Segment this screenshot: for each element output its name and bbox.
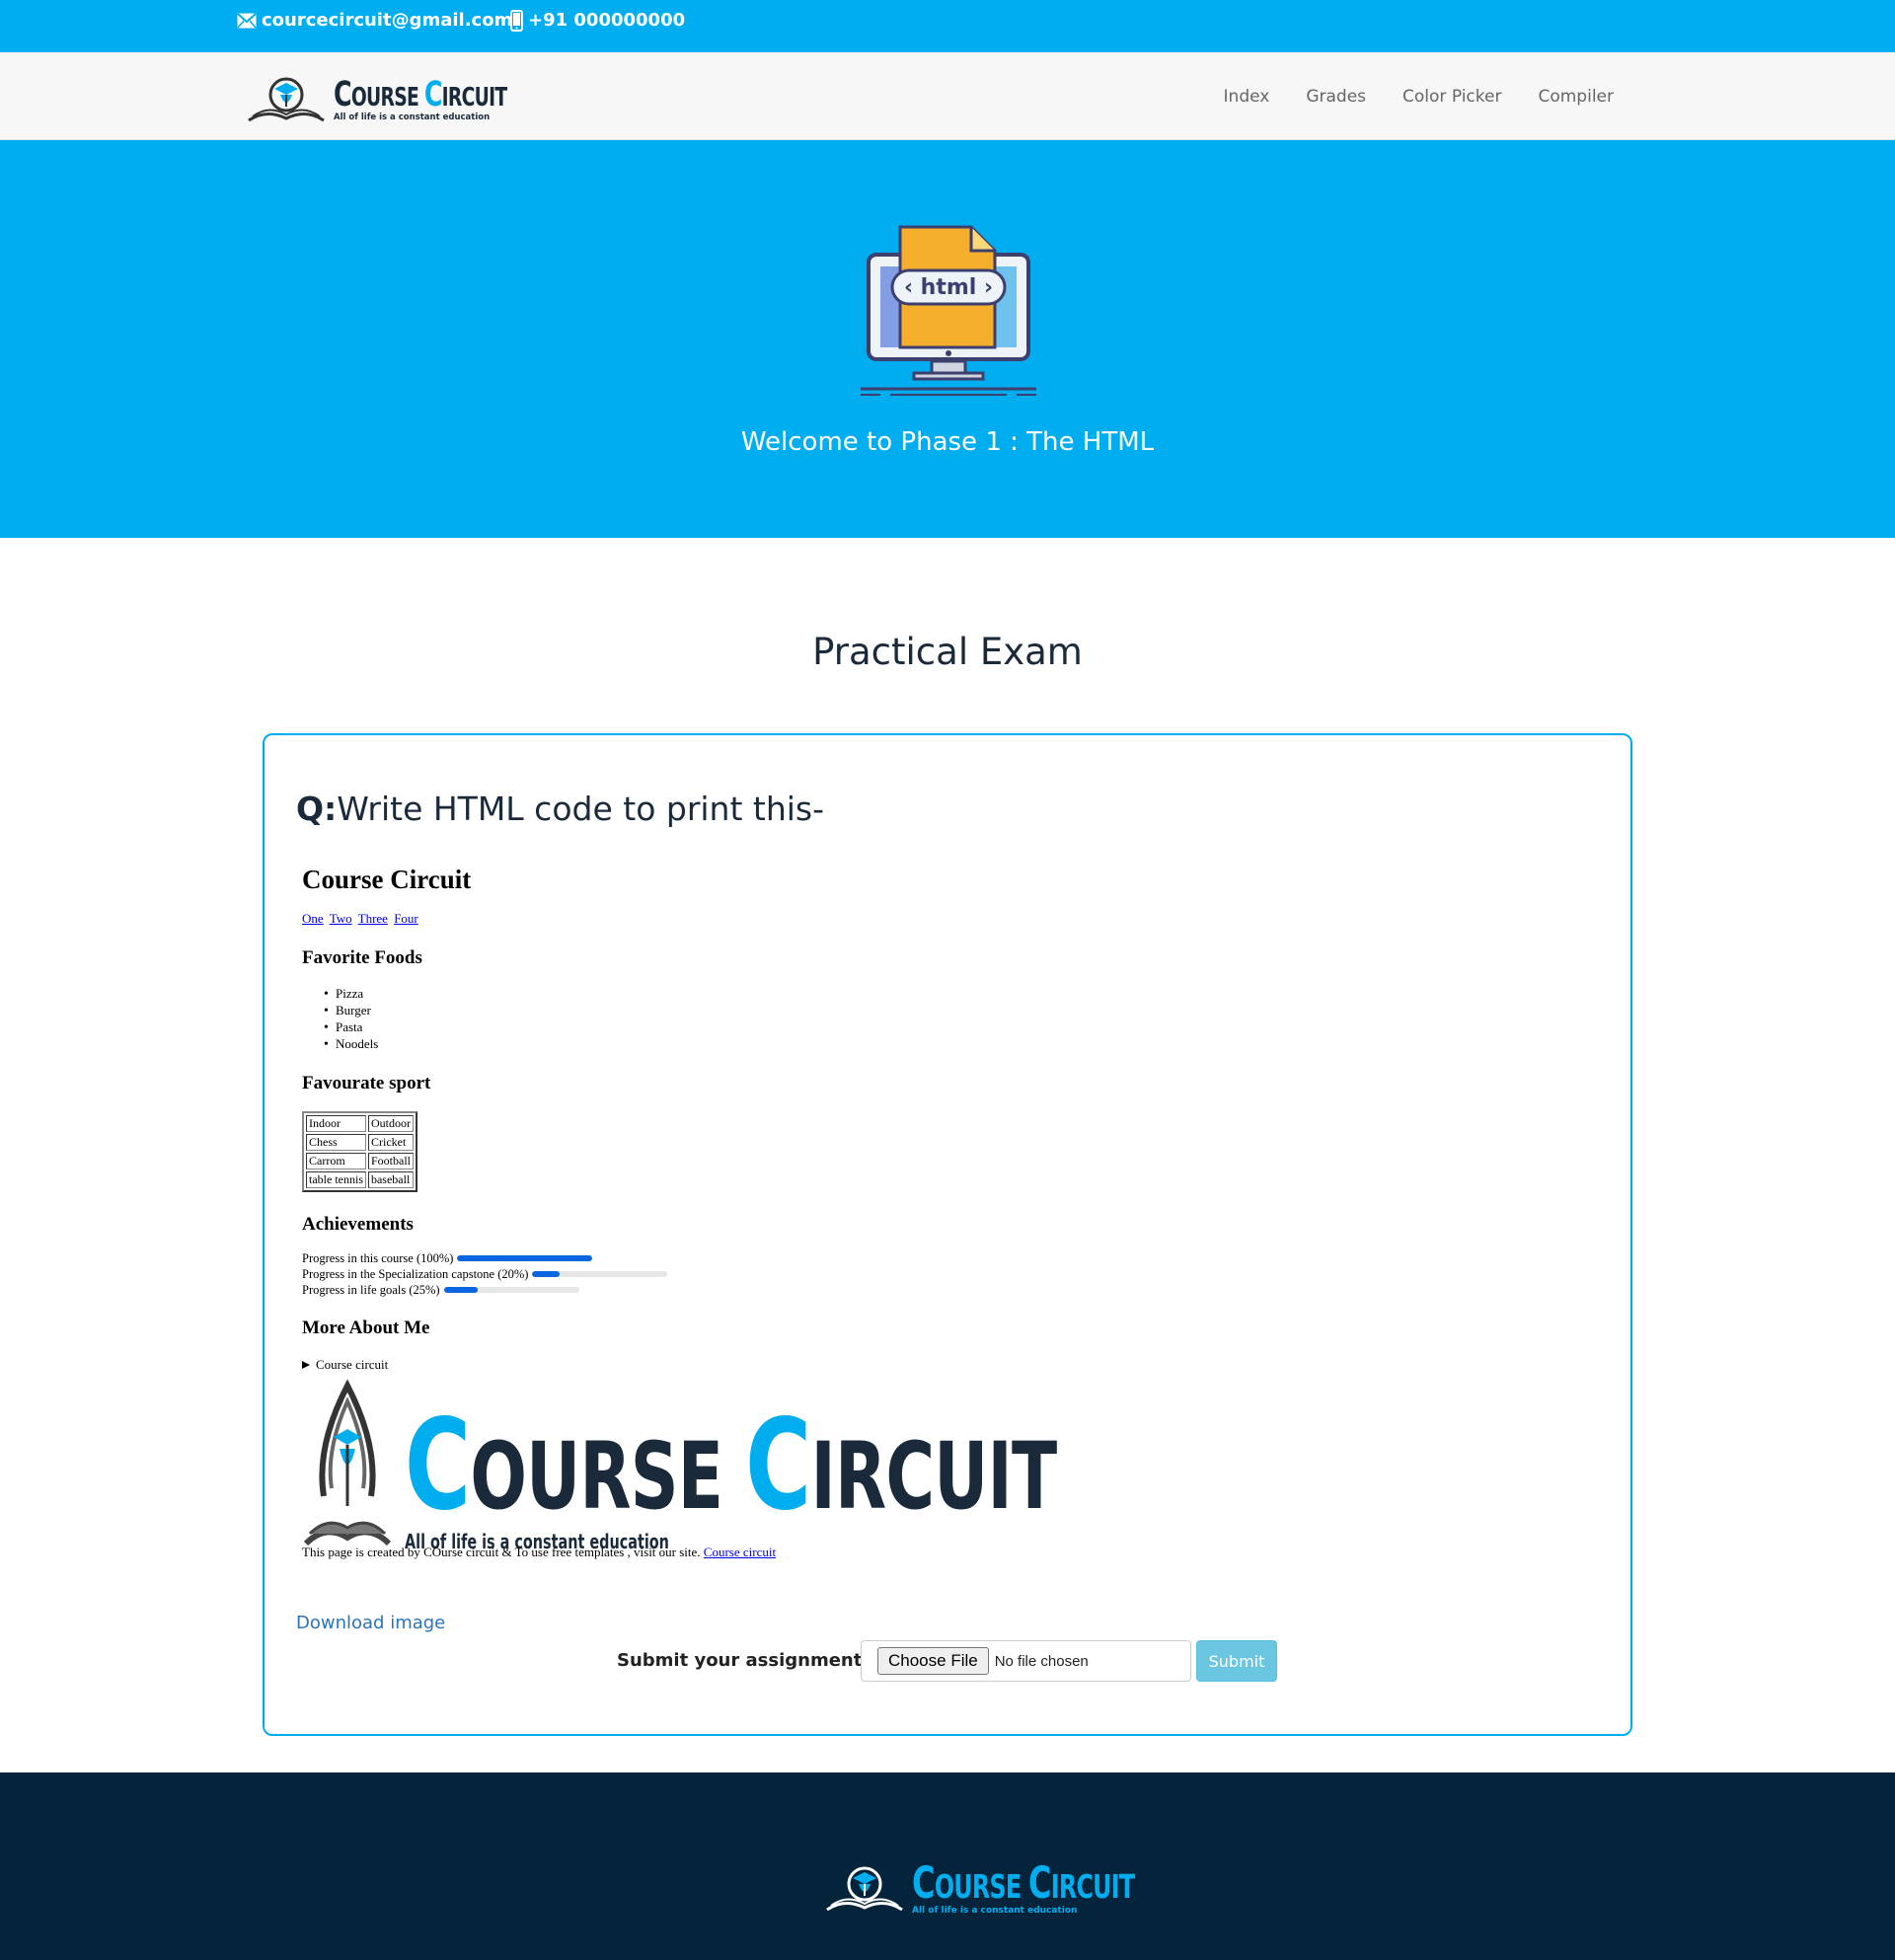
download-image-link[interactable]: Download image [296, 1613, 445, 1633]
sample-brand-logo: COURSE CIRCUIT All of life is a constant… [302, 1372, 1310, 1553]
foods-list: Pizza Burger Pasta Noodels [324, 986, 667, 1053]
submit-button[interactable]: Submit [1196, 1640, 1277, 1682]
logo-mark-icon [248, 77, 325, 122]
details-summary[interactable]: Course circuit [302, 1357, 667, 1373]
progress-row: Progress in this course (100%) [302, 1250, 667, 1266]
sport-heading: Favourate sport [302, 1073, 431, 1093]
progress-bar [457, 1255, 593, 1261]
list-item: Pizza [324, 986, 667, 1003]
progress-fill [457, 1255, 593, 1261]
sample-links: One Two Three Four [302, 911, 667, 927]
page-title: Practical Exam [812, 631, 1083, 673]
brand-name: COURSE CIRCUIT [405, 1392, 1057, 1538]
progress-label: Progress in the Specialization capstone … [302, 1266, 529, 1281]
foods-heading: Favorite Foods [302, 947, 422, 968]
table-cell: Carrom [306, 1153, 366, 1169]
envelope-icon [237, 12, 257, 28]
nav-item-grades[interactable]: Grades [1306, 87, 1366, 107]
nav-item-index[interactable]: Index [1224, 87, 1270, 107]
svg-text:‹ html ›: ‹ html › [904, 275, 993, 300]
email-text: courcecircuit@gmail.com [262, 10, 513, 31]
sample-link-one[interactable]: One [302, 911, 324, 926]
brand-name: COURSE CIRCUIT [334, 73, 507, 114]
table-cell: baseball [367, 1171, 414, 1188]
list-item: Noodels [324, 1036, 667, 1053]
footer-logo[interactable]: COURSE CIRCUIT All of life is a constant… [823, 1857, 1221, 1916]
main-nav: Index Grades Color Picker Compiler [1224, 52, 1614, 140]
table-row: Carrom Football [306, 1153, 414, 1169]
question-text: Q:Write HTML code to print this- [296, 790, 825, 828]
progress-bar [443, 1287, 579, 1293]
brand-logo[interactable]: COURSE CIRCUIT All of life is a constant… [245, 71, 574, 124]
table-row: Chess Cricket [306, 1134, 414, 1151]
progress-row: Progress in the Specialization capstone … [302, 1266, 668, 1282]
hero-title: Welcome to Phase 1 : The HTML [740, 427, 1155, 457]
list-item: Pasta [324, 1019, 667, 1036]
table-cell: Football [367, 1153, 414, 1169]
table-row: Indoor Outdoor [306, 1115, 414, 1132]
brand-name: COURSE CIRCUIT [912, 1857, 1135, 1909]
progress-row: Progress in life goals (25%) [302, 1282, 667, 1298]
progress-fill [532, 1271, 560, 1277]
sample-output-preview: Course Circuit One Two Three Four Favori… [302, 865, 668, 1373]
table-cell: Outdoor [367, 1115, 414, 1132]
contact-phone[interactable]: +91 000000000 [510, 0, 685, 40]
mobile-phone-icon [510, 9, 523, 32]
nav-item-color-picker[interactable]: Color Picker [1402, 87, 1501, 107]
sample-footer: This page is created by COurse circuit &… [302, 1545, 776, 1560]
contact-email[interactable]: courcecircuit@gmail.com [237, 0, 512, 40]
html-monitor-icon: ‹ html › [861, 225, 1036, 396]
more-heading: More About Me [302, 1318, 430, 1338]
achievements-heading: Achievements [302, 1214, 414, 1235]
sport-table: Indoor Outdoor Chess Cricket Carrom Footbal… [302, 1111, 417, 1192]
list-item: Burger [324, 1003, 667, 1019]
logo-mark-icon [303, 1379, 392, 1546]
table-cell: Indoor [306, 1115, 366, 1132]
logo-mark-icon [826, 1866, 903, 1911]
table-cell: table tennis [306, 1171, 366, 1188]
disclosure-triangle-icon [302, 1361, 310, 1369]
sample-heading: Course Circuit [302, 865, 472, 894]
submit-label: Submit your assignment: [617, 1650, 870, 1671]
sample-footer-link[interactable]: Course circuit [704, 1545, 776, 1559]
sample-link-two[interactable]: Two [330, 911, 352, 926]
sample-link-four[interactable]: Four [394, 911, 418, 926]
table-cell: Chess [306, 1134, 366, 1151]
progress-bar [532, 1271, 668, 1277]
sample-link-three[interactable]: Three [358, 911, 388, 926]
progress-label: Progress in this course (100%) [302, 1250, 454, 1265]
file-upload-input[interactable]: Choose File No file chosen [861, 1640, 1191, 1682]
progress-label: Progress in life goals (25%) [302, 1282, 440, 1297]
progress-fill [443, 1287, 478, 1293]
contact-bar: courcecircuit@gmail.com +91 000000000 [0, 0, 1895, 52]
table-row: table tennis baseball [306, 1171, 414, 1188]
file-status: No file chosen [994, 1652, 1089, 1670]
nav-item-compiler[interactable]: Compiler [1538, 87, 1614, 107]
sample-footer-note: This page is created by COurse circuit &… [302, 1545, 777, 1559]
table-cell: Cricket [367, 1134, 414, 1151]
phone-text: +91 000000000 [528, 10, 686, 31]
choose-file-button[interactable]: Choose File [877, 1647, 989, 1675]
